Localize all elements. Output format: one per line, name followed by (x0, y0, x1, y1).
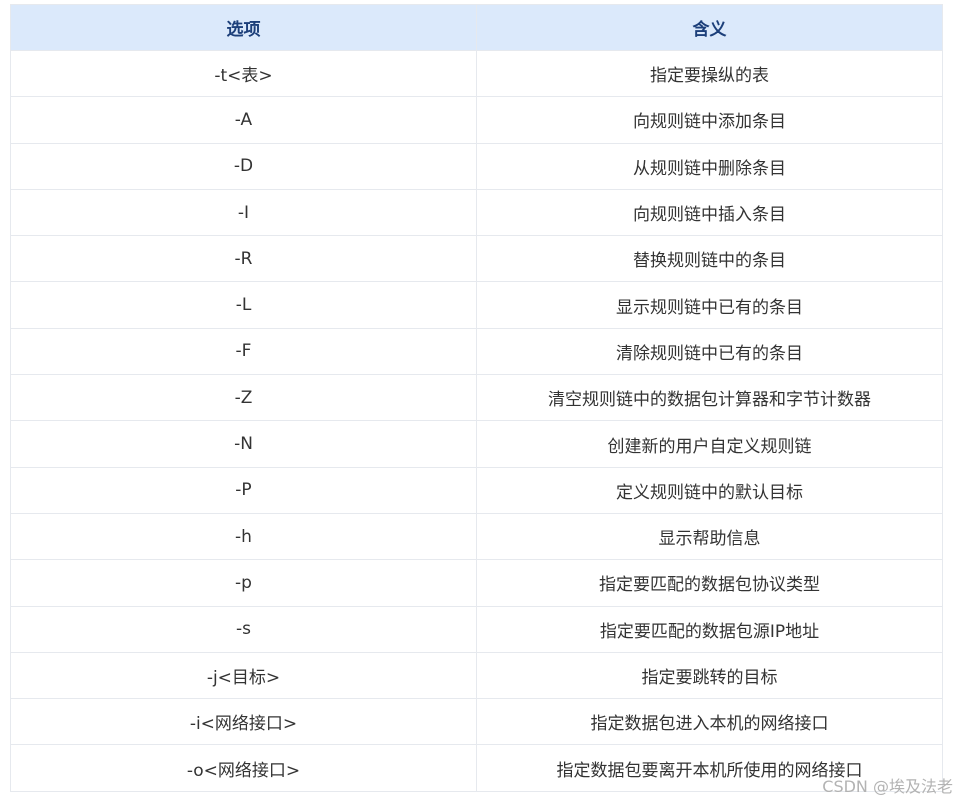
meaning-cell: 指定要跳转的目标 (476, 651, 943, 700)
option-cell: -o<网络接口> (10, 744, 477, 792)
option-cell: -t<表> (10, 49, 477, 98)
option-cell: -A (10, 96, 477, 144)
option-cell: -D (10, 142, 477, 190)
table-row: -s 指定要匹配的数据包源IP地址 (10, 605, 943, 653)
option-cell: -F (10, 327, 477, 376)
meaning-cell: 从规则链中删除条目 (476, 142, 943, 190)
meaning-cell: 显示帮助信息 (476, 512, 943, 561)
table-row: -i<网络接口> 指定数据包进入本机的网络接口 (10, 698, 943, 746)
meaning-cell: 向规则链中添加条目 (476, 96, 943, 144)
table-row: -h 显示帮助信息 (10, 512, 943, 561)
table-row: -D 从规则链中删除条目 (10, 142, 943, 190)
meaning-cell: 显示规则链中已有的条目 (476, 281, 943, 329)
table-row: -F 清除规则链中已有的条目 (10, 327, 943, 376)
option-cell: -Z (10, 374, 477, 422)
table-row: -R 替换规则链中的条目 (10, 235, 943, 283)
meaning-cell: 定义规则链中的默认目标 (476, 466, 943, 514)
table-row: -N 创建新的用户自定义规则链 (10, 420, 943, 468)
table-row: -I 向规则链中插入条目 (10, 188, 943, 237)
option-cell: -h (10, 512, 477, 561)
option-cell: -P (10, 466, 477, 514)
table-row: -j<目标> 指定要跳转的目标 (10, 651, 943, 700)
option-cell: -j<目标> (10, 651, 477, 700)
options-table: 选项 含义 -t<表> 指定要操纵的表 -A 向规则链中添加条目 -D 从规则链… (10, 4, 943, 792)
table-header-row: 选项 含义 (10, 4, 943, 51)
option-cell: -I (10, 188, 477, 237)
meaning-cell: 清空规则链中的数据包计算器和字节计数器 (476, 374, 943, 422)
meaning-cell: 指定要匹配的数据包源IP地址 (476, 605, 943, 653)
meaning-cell: 指定要匹配的数据包协议类型 (476, 559, 943, 607)
table-row: -Z 清空规则链中的数据包计算器和字节计数器 (10, 374, 943, 422)
option-cell: -p (10, 559, 477, 607)
table-row: -A 向规则链中添加条目 (10, 96, 943, 144)
meaning-cell: 指定数据包进入本机的网络接口 (476, 698, 943, 746)
header-meaning: 含义 (476, 4, 943, 51)
table-row: -t<表> 指定要操纵的表 (10, 49, 943, 98)
table-row: -o<网络接口> 指定数据包要离开本机所使用的网络接口 (10, 744, 943, 792)
meaning-cell: 替换规则链中的条目 (476, 235, 943, 283)
option-cell: -s (10, 605, 477, 653)
header-option: 选项 (10, 4, 477, 51)
table-row: -p 指定要匹配的数据包协议类型 (10, 559, 943, 607)
meaning-cell: 创建新的用户自定义规则链 (476, 420, 943, 468)
option-cell: -R (10, 235, 477, 283)
table-row: -P 定义规则链中的默认目标 (10, 466, 943, 514)
options-table-container: 选项 含义 -t<表> 指定要操纵的表 -A 向规则链中添加条目 -D 从规则链… (10, 4, 943, 792)
option-cell: -L (10, 281, 477, 329)
meaning-cell: 清除规则链中已有的条目 (476, 327, 943, 376)
meaning-cell: 向规则链中插入条目 (476, 188, 943, 237)
csdn-watermark: CSDN @埃及法老 (822, 777, 953, 796)
meaning-cell: 指定要操纵的表 (476, 49, 943, 98)
option-cell: -N (10, 420, 477, 468)
table-row: -L 显示规则链中已有的条目 (10, 281, 943, 329)
option-cell: -i<网络接口> (10, 698, 477, 746)
